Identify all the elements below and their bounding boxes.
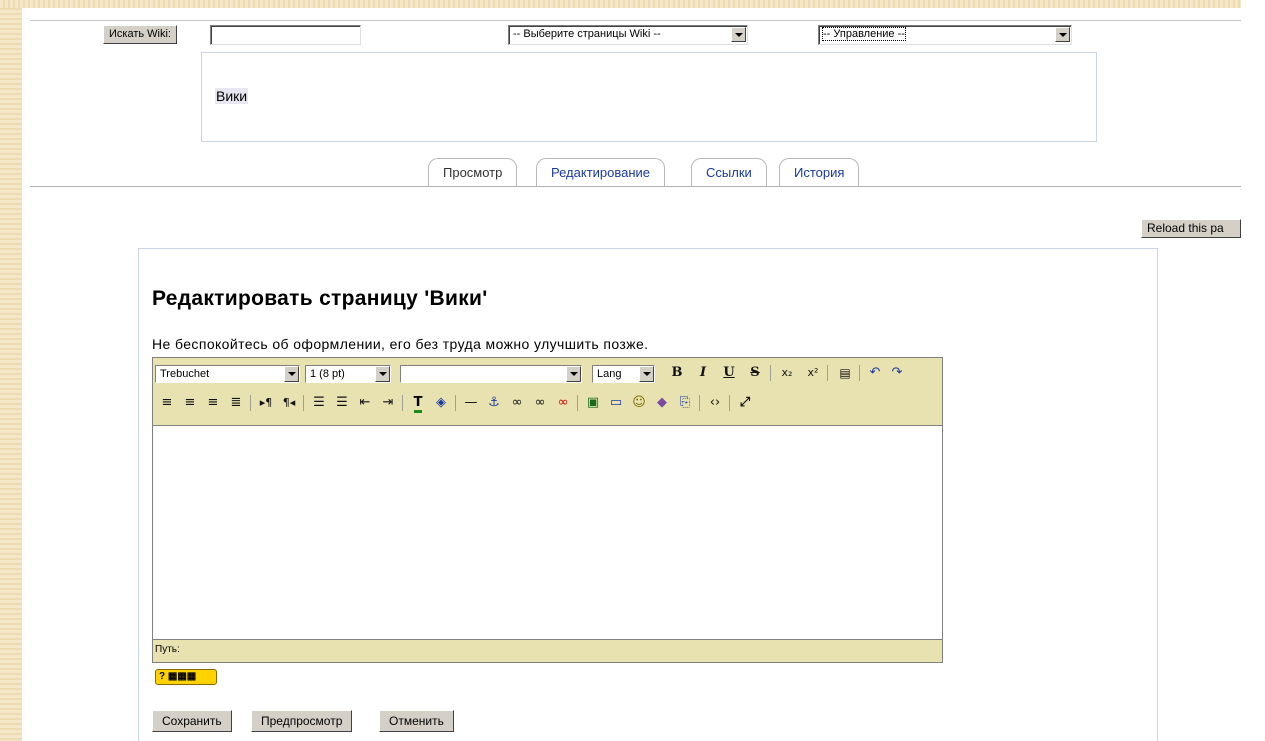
chevron-down-icon — [284, 366, 299, 382]
toolbar-separator — [827, 365, 828, 381]
chevron-down-icon — [375, 366, 390, 382]
editor-toolbar-row-1: Trebuchet 1 (8 pt) Lang B I U S x₂ x² ▤ … — [153, 360, 942, 386]
underline-icon[interactable]: U — [719, 363, 739, 383]
font-size-value: 1 (8 pt) — [310, 368, 345, 380]
toolbar-separator — [303, 395, 304, 411]
subscript-icon[interactable]: x₂ — [777, 363, 797, 383]
search-replace-icon[interactable]: ⎘ — [675, 393, 695, 413]
anchor-icon[interactable]: ⚓ — [484, 393, 504, 413]
insert-image-icon[interactable]: ▣ — [583, 393, 603, 413]
ltr-direction-icon[interactable]: ▸¶ — [256, 393, 276, 413]
tabs-baseline — [30, 186, 1241, 187]
bold-icon[interactable]: B — [667, 363, 687, 383]
tab-history[interactable]: История — [779, 158, 860, 186]
unordered-list-icon[interactable]: ☰ — [332, 393, 352, 413]
language-value: Lang — [597, 368, 622, 380]
toolbar-separator — [770, 365, 771, 381]
editor-path-label: Путь: — [155, 644, 180, 655]
tab-edit[interactable]: Редактирование — [536, 158, 666, 186]
wiki-title-box: Вики — [201, 52, 1097, 142]
font-size-select[interactable]: 1 (8 pt) — [305, 365, 391, 383]
undo-icon[interactable]: ↶ — [865, 363, 885, 383]
wiki-title: Вики — [215, 88, 249, 104]
html-source-icon[interactable]: ‹› — [705, 393, 725, 413]
paste-word-icon[interactable]: ▤ — [835, 363, 855, 383]
admin-select[interactable]: -- Управление -- — [818, 25, 1072, 45]
chevron-down-icon — [731, 27, 746, 42]
strikethrough-icon[interactable]: S — [745, 363, 765, 383]
editor-toolbar-row-2: ≡ ≡ ≡ ≣ ▸¶ ¶◂ ☰ ☰ ⇤ ⇥ T ◈ — ⚓ ∞ ∞ ∞ ▣ ▭ … — [153, 390, 942, 416]
ordered-list-icon[interactable]: ☰ — [309, 393, 329, 413]
search-input[interactable] — [210, 25, 361, 45]
preview-button[interactable]: Предпросмотр — [251, 710, 353, 732]
hint-text: Не беспокойтесь об оформлении, его без т… — [152, 336, 649, 352]
unlink-icon[interactable]: ∞ — [530, 393, 550, 413]
wiki-pages-select[interactable]: -- Выберите страницы Wiki -- — [508, 25, 748, 45]
special-char-icon[interactable]: ◆ — [652, 393, 672, 413]
italic-icon[interactable]: I — [693, 363, 713, 383]
font-family-select[interactable]: Trebuchet — [155, 365, 300, 383]
indent-icon[interactable]: ⇥ — [378, 393, 398, 413]
toolbar-separator — [729, 395, 730, 411]
paragraph-format-select[interactable] — [400, 365, 582, 383]
align-center-icon[interactable]: ≡ — [180, 393, 200, 413]
toolbar-separator — [455, 395, 456, 411]
tab-links[interactable]: Ссылки — [691, 158, 767, 186]
text-color-icon[interactable]: T — [408, 393, 428, 413]
align-justify-icon[interactable]: ≣ — [226, 393, 246, 413]
chevron-down-icon — [1055, 27, 1070, 42]
nolink-icon[interactable]: ∞ — [553, 393, 573, 413]
top-divider — [30, 20, 1241, 21]
editor-help-button[interactable]: ? ▦▦▦ — [155, 669, 217, 685]
page-title: Редактировать страницу 'Вики' — [152, 287, 488, 310]
toolbar-separator — [577, 395, 578, 411]
toolbar-separator — [699, 395, 700, 411]
font-family-value: Trebuchet — [160, 368, 210, 380]
rich-text-editor: Trebuchet 1 (8 pt) Lang B I U S x₂ x² ▤ … — [152, 357, 943, 663]
superscript-icon[interactable]: x² — [803, 363, 823, 383]
toolbar-separator — [402, 395, 403, 411]
help-icon: ? — [159, 671, 166, 682]
save-button[interactable]: Сохранить — [152, 710, 232, 732]
tab-view[interactable]: Просмотр — [428, 158, 518, 186]
horizontal-rule-icon[interactable]: — — [461, 393, 481, 413]
left-decorative-border — [0, 0, 22, 741]
align-left-icon[interactable]: ≡ — [157, 393, 177, 413]
search-wiki-button[interactable]: Искать Wiki: — [103, 25, 177, 44]
top-decorative-border — [0, 0, 1265, 8]
redo-icon[interactable]: ↷ — [887, 363, 907, 383]
align-right-icon[interactable]: ≡ — [203, 393, 223, 413]
wiki-pages-select-value: -- Выберите страницы Wiki -- — [513, 28, 661, 40]
chevron-down-icon — [639, 366, 654, 382]
cancel-button[interactable]: Отменить — [379, 710, 454, 732]
language-select[interactable]: Lang — [592, 365, 655, 383]
chevron-down-icon — [566, 366, 581, 382]
editor-content-area[interactable] — [153, 425, 942, 640]
keyboard-icon: ▦▦▦ — [167, 671, 197, 682]
insert-link-icon[interactable]: ∞ — [507, 393, 527, 413]
fullscreen-icon[interactable]: ⤢ — [735, 393, 755, 413]
background-color-icon[interactable]: ◈ — [431, 393, 451, 413]
right-margin — [1241, 0, 1265, 741]
reload-page-button[interactable]: Reload this pa — [1141, 219, 1241, 238]
smiley-icon[interactable]: ☺ — [629, 393, 649, 413]
toolbar-separator — [859, 365, 860, 381]
outdent-icon[interactable]: ⇤ — [355, 393, 375, 413]
rtl-direction-icon[interactable]: ¶◂ — [279, 393, 299, 413]
admin-select-value: -- Управление -- — [822, 27, 906, 41]
insert-table-icon[interactable]: ▭ — [606, 393, 626, 413]
toolbar-separator — [250, 395, 251, 411]
